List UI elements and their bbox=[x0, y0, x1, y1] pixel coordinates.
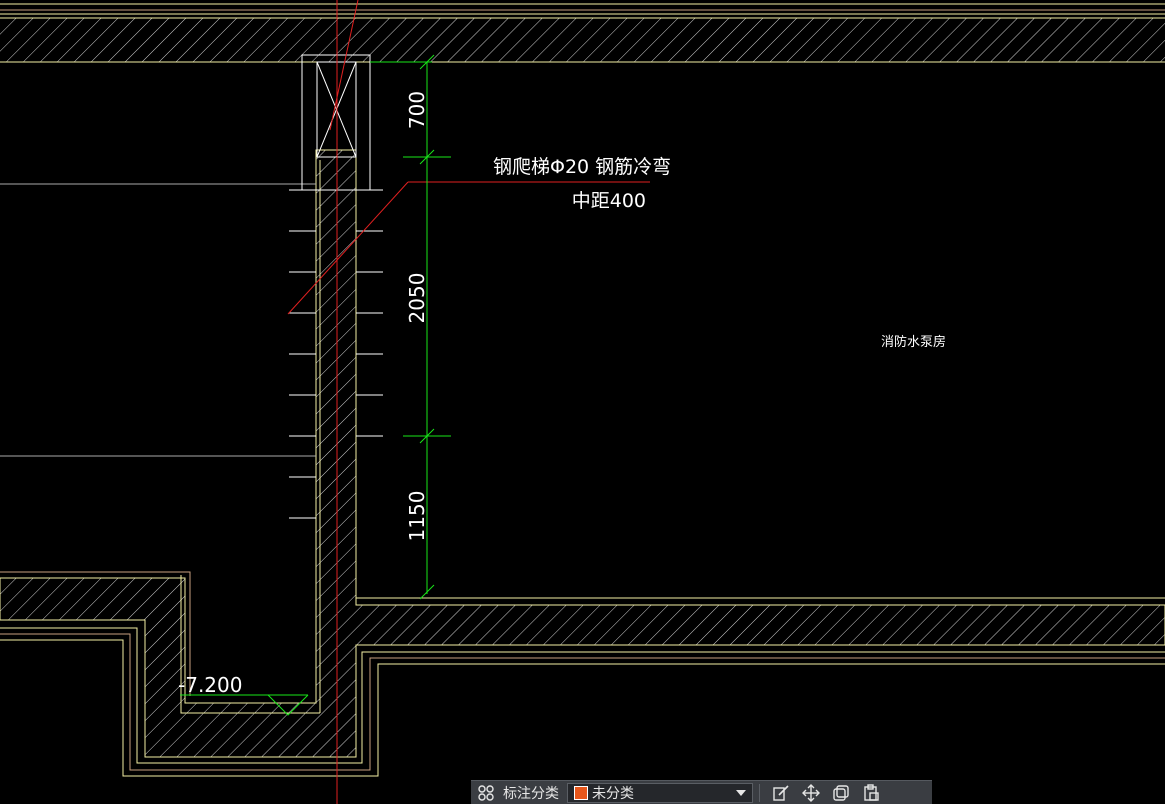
toolbar-divider bbox=[759, 783, 760, 802]
category-color-swatch bbox=[574, 785, 588, 800]
annotation-toolbar: 标注分类 未分类 bbox=[471, 780, 932, 804]
copy-icon[interactable] bbox=[826, 781, 856, 804]
chevron-down-icon bbox=[736, 789, 746, 796]
move-icon[interactable] bbox=[796, 781, 826, 804]
category-label: 标注分类 bbox=[503, 785, 559, 802]
ladder-annotation-line1: 钢爬梯Φ20 钢筋冷弯 bbox=[493, 156, 671, 178]
paste-icon[interactable] bbox=[856, 781, 886, 804]
ladder-annotation-line2: 中距400 bbox=[572, 190, 646, 212]
dimension-1150: 1150 bbox=[405, 491, 429, 542]
room-label: 消防水泵房 bbox=[881, 334, 946, 350]
grid-icon[interactable] bbox=[471, 781, 501, 804]
room-lines bbox=[0, 183, 316, 457]
category-select[interactable]: 未分类 bbox=[567, 782, 753, 803]
elevation-label: -7.200 bbox=[178, 673, 242, 697]
edit-icon[interactable] bbox=[766, 781, 796, 804]
pit-walls bbox=[0, 149, 1165, 777]
dimension-2050: 2050 bbox=[405, 273, 429, 324]
dimension-700: 700 bbox=[405, 91, 429, 129]
category-value: 未分类 bbox=[592, 785, 634, 802]
cad-drawing-canvas[interactable]: 700 2050 1150 钢爬梯Φ20 钢筋冷弯 中距400 消防水泵房 -7… bbox=[0, 0, 1165, 804]
top-slab bbox=[0, 3, 1165, 63]
